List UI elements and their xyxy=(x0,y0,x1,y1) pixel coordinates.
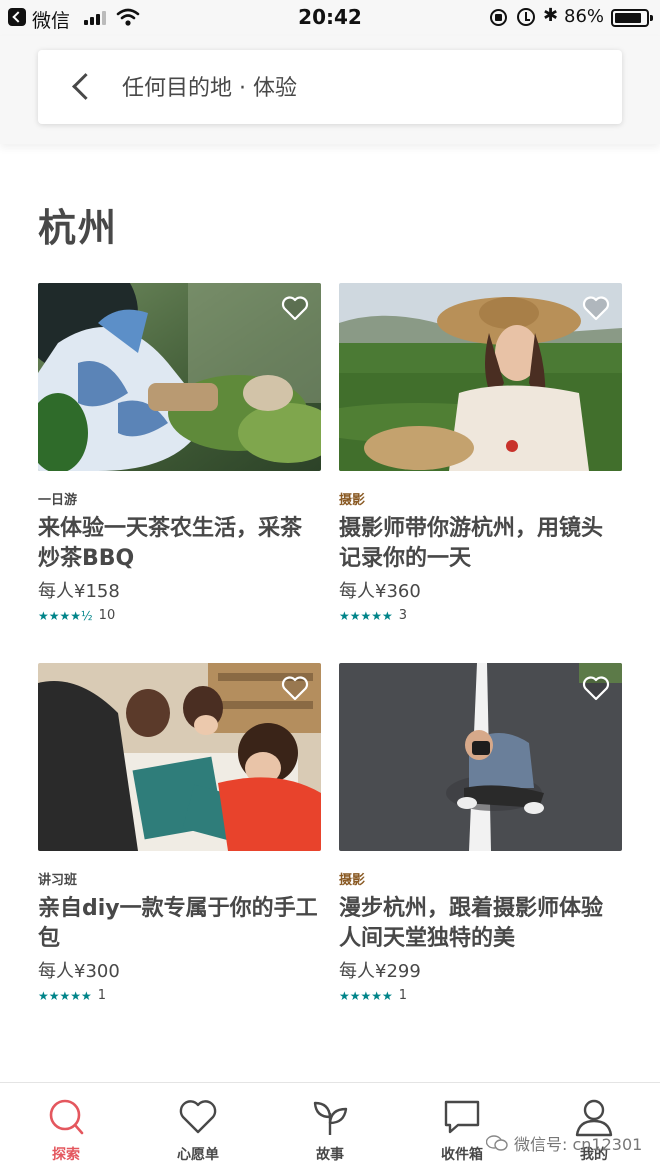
battery-icon xyxy=(611,9,653,27)
experience-category: 摄影 xyxy=(339,493,366,508)
heart-outline-icon[interactable] xyxy=(281,295,309,321)
header: 任何目的地 · 体验 xyxy=(0,36,660,144)
heart-outline-icon[interactable] xyxy=(281,675,309,701)
tea-picking-photo xyxy=(38,283,321,471)
rotation-lock-icon xyxy=(490,9,507,26)
experience-price: 每人¥360 xyxy=(339,581,421,602)
tab-stories[interactable]: 故事 xyxy=(264,1083,396,1173)
photographer-tea-field-photo xyxy=(339,283,622,471)
experience-price: 每人¥299 xyxy=(339,961,421,982)
experience-price: 每人¥158 xyxy=(38,581,120,602)
experience-photo[interactable] xyxy=(38,663,321,851)
wechat-icon xyxy=(486,1135,508,1151)
heart-outline-icon[interactable] xyxy=(582,675,610,701)
experience-card[interactable]: 一日游 来体验一天茶农生活，采茶炒茶BBQ 每人¥158 ★★★★½ 10 xyxy=(38,283,321,623)
experience-card[interactable]: 摄影 漫步杭州，跟着摄影师体验人间天堂独特的美 每人¥299 ★★★★★ 1 xyxy=(339,663,622,1003)
review-count: 10 xyxy=(98,608,116,623)
experience-rating: ★★★★½ 10 xyxy=(38,608,321,623)
experience-photo[interactable] xyxy=(339,283,622,471)
search-query[interactable]: 任何目的地 · 体验 xyxy=(122,70,297,102)
tab-label: 探索 xyxy=(52,1147,80,1163)
experience-photo[interactable] xyxy=(38,283,321,471)
review-count: 3 xyxy=(398,608,408,623)
experience-category: 摄影 xyxy=(339,873,366,888)
experience-rating: ★★★★★ 1 xyxy=(339,988,622,1003)
bluetooth-icon: ✱ xyxy=(543,5,559,26)
sprout-icon xyxy=(313,1101,348,1135)
tab-explore[interactable]: 探索 xyxy=(0,1083,132,1173)
experience-card[interactable]: 摄影 摄影师带你游杭州，用镜头记录你的一天 每人¥360 ★★★★★ 3 xyxy=(339,283,622,623)
photographer-on-road-photo xyxy=(339,663,622,851)
back-chevron-icon[interactable] xyxy=(64,68,100,104)
tab-wishlist[interactable]: 心愿单 xyxy=(132,1083,264,1173)
star-rating-icon: ★★★★½ xyxy=(38,608,93,623)
star-rating-icon: ★★★★★ xyxy=(38,988,92,1003)
heart-outline-icon[interactable] xyxy=(582,295,610,321)
search-icon xyxy=(49,1099,84,1135)
experience-card[interactable]: 讲习班 亲自diy一款专属于你的手工包 每人¥300 ★★★★★ 1 xyxy=(38,663,321,1003)
experience-photo[interactable] xyxy=(339,663,622,851)
chat-bubble-icon xyxy=(444,1100,480,1134)
experience-rating: ★★★★★ 3 xyxy=(339,608,622,623)
bottom-tab-bar: 探索 心愿单 故事 收件箱 我的 xyxy=(0,1082,660,1173)
experience-title[interactable]: 亲自diy一款专属于你的手工包 xyxy=(38,894,321,954)
heart-icon xyxy=(179,1100,217,1134)
star-rating-icon: ★★★★★ xyxy=(339,608,393,623)
tab-profile[interactable]: 我的 xyxy=(528,1083,660,1173)
star-rating-icon: ★★★★★ xyxy=(339,988,393,1003)
tab-label: 心愿单 xyxy=(177,1147,219,1163)
clock: 20:42 xyxy=(298,5,362,29)
experience-category: 一日游 xyxy=(38,493,78,508)
experience-title[interactable]: 摄影师带你游杭州，用镜头记录你的一天 xyxy=(339,514,622,574)
alarm-icon xyxy=(517,8,535,26)
experience-title[interactable]: 来体验一天茶农生活，采茶炒茶BBQ xyxy=(38,514,321,574)
status-bar: 微信 20:42 ✱ 86% xyxy=(0,0,660,36)
search-bar[interactable]: 任何目的地 · 体验 xyxy=(38,50,622,124)
battery-percent: 86% xyxy=(564,6,605,27)
section-title: 杭州 xyxy=(38,206,119,250)
watermark-text: 微信号: cn12301 xyxy=(514,1135,643,1154)
tab-label: 故事 xyxy=(316,1147,344,1163)
leather-workshop-photo xyxy=(38,663,321,851)
experience-price: 每人¥300 xyxy=(38,961,120,982)
experience-rating: ★★★★★ 1 xyxy=(38,988,321,1003)
review-count: 1 xyxy=(398,988,408,1003)
experience-category: 讲习班 xyxy=(38,873,78,888)
experience-title[interactable]: 漫步杭州，跟着摄影师体验人间天堂独特的美 xyxy=(339,894,622,954)
tab-inbox[interactable]: 收件箱 xyxy=(396,1083,528,1173)
wechat-watermark: 微信号: cn12301 xyxy=(486,1131,642,1155)
review-count: 1 xyxy=(97,988,107,1003)
